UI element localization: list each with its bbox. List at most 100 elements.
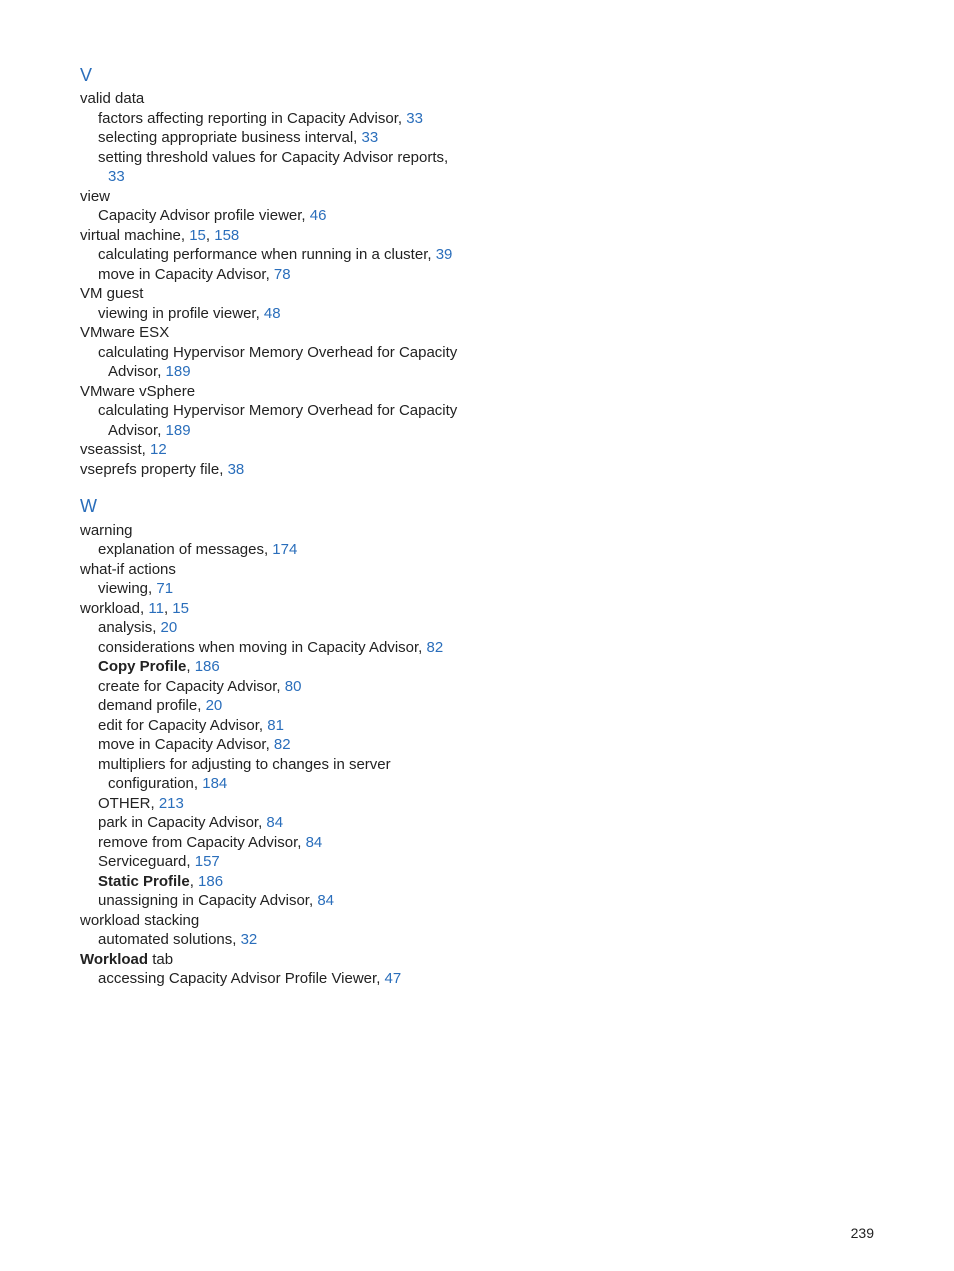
page-link[interactable]: 15	[172, 600, 189, 617]
page-link[interactable]: 32	[241, 931, 258, 948]
index-entry: considerations when moving in Capacity A…	[98, 638, 560, 658]
index-entry-text: analysis,	[98, 619, 156, 636]
page-link[interactable]: 12	[150, 441, 167, 458]
index-entry: calculating Hypervisor Memory Overhead f…	[98, 401, 560, 421]
index-entry-text: viewing in profile viewer,	[98, 305, 260, 322]
page-link[interactable]: 82	[427, 639, 444, 656]
index-entry: Advisor, 189	[108, 362, 560, 382]
page-link[interactable]: 39	[436, 246, 453, 263]
page-link[interactable]: 33	[362, 129, 379, 146]
index-entry-text: multipliers for adjusting to changes in …	[98, 756, 391, 773]
index-entry-text: ,	[186, 658, 190, 675]
index-entry-text: park in Capacity Advisor,	[98, 814, 262, 831]
index-entry-text: factors affecting reporting in Capacity …	[98, 110, 402, 127]
index-entry-text: workload,	[80, 600, 144, 617]
index-entry: move in Capacity Advisor, 82	[98, 735, 560, 755]
index-entry: create for Capacity Advisor, 80	[98, 677, 560, 697]
page-link[interactable]: 15	[189, 227, 206, 244]
page-link[interactable]: 33	[108, 168, 125, 185]
page-link[interactable]: 189	[166, 422, 191, 439]
section-letter: W	[80, 495, 560, 518]
page: Vvalid datafactors affecting reporting i…	[0, 0, 954, 1271]
index-entry-text: warning	[80, 522, 133, 539]
index-entry: park in Capacity Advisor, 84	[98, 813, 560, 833]
index-entry-text: accessing Capacity Advisor Profile Viewe…	[98, 970, 380, 987]
index-entry-text: virtual machine,	[80, 227, 185, 244]
index-entry-text: vseprefs property file,	[80, 461, 223, 478]
index-entry: explanation of messages, 174	[98, 540, 560, 560]
index-entry-text: setting threshold values for Capacity Ad…	[98, 149, 448, 166]
index-entry: unassigning in Capacity Advisor, 84	[98, 891, 560, 911]
page-link[interactable]: 158	[214, 227, 239, 244]
index-entry: vseprefs property file, 38	[80, 460, 560, 480]
index-entry-text: configuration,	[108, 775, 198, 792]
page-link[interactable]: 33	[406, 110, 423, 127]
page-link[interactable]: 84	[317, 892, 334, 909]
index-entry: calculating Hypervisor Memory Overhead f…	[98, 343, 560, 363]
page-link[interactable]: 47	[385, 970, 402, 987]
index-entry: valid data	[80, 89, 560, 109]
index-entry: demand profile, 20	[98, 696, 560, 716]
index-entry-text: ,	[190, 873, 194, 890]
index-entry: selecting appropriate business interval,…	[98, 128, 560, 148]
index-entry: Advisor, 189	[108, 421, 560, 441]
index-entry: Workload tab	[80, 950, 560, 970]
page-link[interactable]: 82	[274, 736, 291, 753]
page-link[interactable]: 213	[159, 795, 184, 812]
index-entry-text: OTHER,	[98, 795, 155, 812]
index-entry: vseassist, 12	[80, 440, 560, 460]
index-entry-text: VMware ESX	[80, 324, 169, 341]
index-entry: view	[80, 187, 560, 207]
index-entry-text: selecting appropriate business interval,	[98, 129, 357, 146]
page-link[interactable]: 189	[166, 363, 191, 380]
index-entry-text: vseassist,	[80, 441, 146, 458]
page-number: 239	[851, 1225, 874, 1241]
index-entry: viewing, 71	[98, 579, 560, 599]
page-link[interactable]: 71	[156, 580, 173, 597]
page-link[interactable]: 184	[202, 775, 227, 792]
page-link[interactable]: 48	[264, 305, 281, 322]
page-link[interactable]: 80	[285, 678, 302, 695]
index-entry: VM guest	[80, 284, 560, 304]
index-entry: workload stacking	[80, 911, 560, 931]
index-entry: remove from Capacity Advisor, 84	[98, 833, 560, 853]
index-entry: Static Profile, 186	[98, 872, 560, 892]
page-link[interactable]: 20	[161, 619, 178, 636]
index-content: Vvalid datafactors affecting reporting i…	[80, 64, 560, 989]
index-entry-text: calculating Hypervisor Memory Overhead f…	[98, 344, 457, 361]
index-entry-text: automated solutions,	[98, 931, 236, 948]
index-entry-text: calculating performance when running in …	[98, 246, 432, 263]
index-entry-text: Serviceguard,	[98, 853, 191, 870]
page-link[interactable]: 20	[206, 697, 223, 714]
page-link[interactable]: 84	[306, 834, 323, 851]
index-entry: multipliers for adjusting to changes in …	[98, 755, 560, 775]
index-entry: automated solutions, 32	[98, 930, 560, 950]
index-entry: calculating performance when running in …	[98, 245, 560, 265]
page-link[interactable]: 186	[195, 658, 220, 675]
page-link[interactable]: 186	[198, 873, 223, 890]
page-link[interactable]: 81	[267, 717, 284, 734]
index-entry-bold-text: Workload	[80, 951, 148, 968]
page-link[interactable]: 78	[274, 266, 291, 283]
index-entry: what-if actions	[80, 560, 560, 580]
index-entry-text: create for Capacity Advisor,	[98, 678, 281, 695]
index-entry: virtual machine, 15, 158	[80, 226, 560, 246]
index-entry: setting threshold values for Capacity Ad…	[98, 148, 560, 168]
index-entry-text: explanation of messages,	[98, 541, 268, 558]
index-entry-text: tab	[148, 951, 173, 968]
page-link[interactable]: 157	[195, 853, 220, 870]
index-entry: accessing Capacity Advisor Profile Viewe…	[98, 969, 560, 989]
index-entry-text: VM guest	[80, 285, 143, 302]
page-link[interactable]: 38	[228, 461, 245, 478]
index-entry-text: considerations when moving in Capacity A…	[98, 639, 422, 656]
page-link[interactable]: 11	[148, 600, 164, 617]
page-link[interactable]: 46	[310, 207, 327, 224]
index-entry: VMware ESX	[80, 323, 560, 343]
index-entry-text: what-if actions	[80, 561, 176, 578]
index-entry-text: Advisor,	[108, 422, 161, 439]
index-entry-text: remove from Capacity Advisor,	[98, 834, 301, 851]
page-link[interactable]: 174	[272, 541, 297, 558]
page-link[interactable]: 84	[266, 814, 283, 831]
index-entry-text: workload stacking	[80, 912, 199, 929]
index-entry: Serviceguard, 157	[98, 852, 560, 872]
